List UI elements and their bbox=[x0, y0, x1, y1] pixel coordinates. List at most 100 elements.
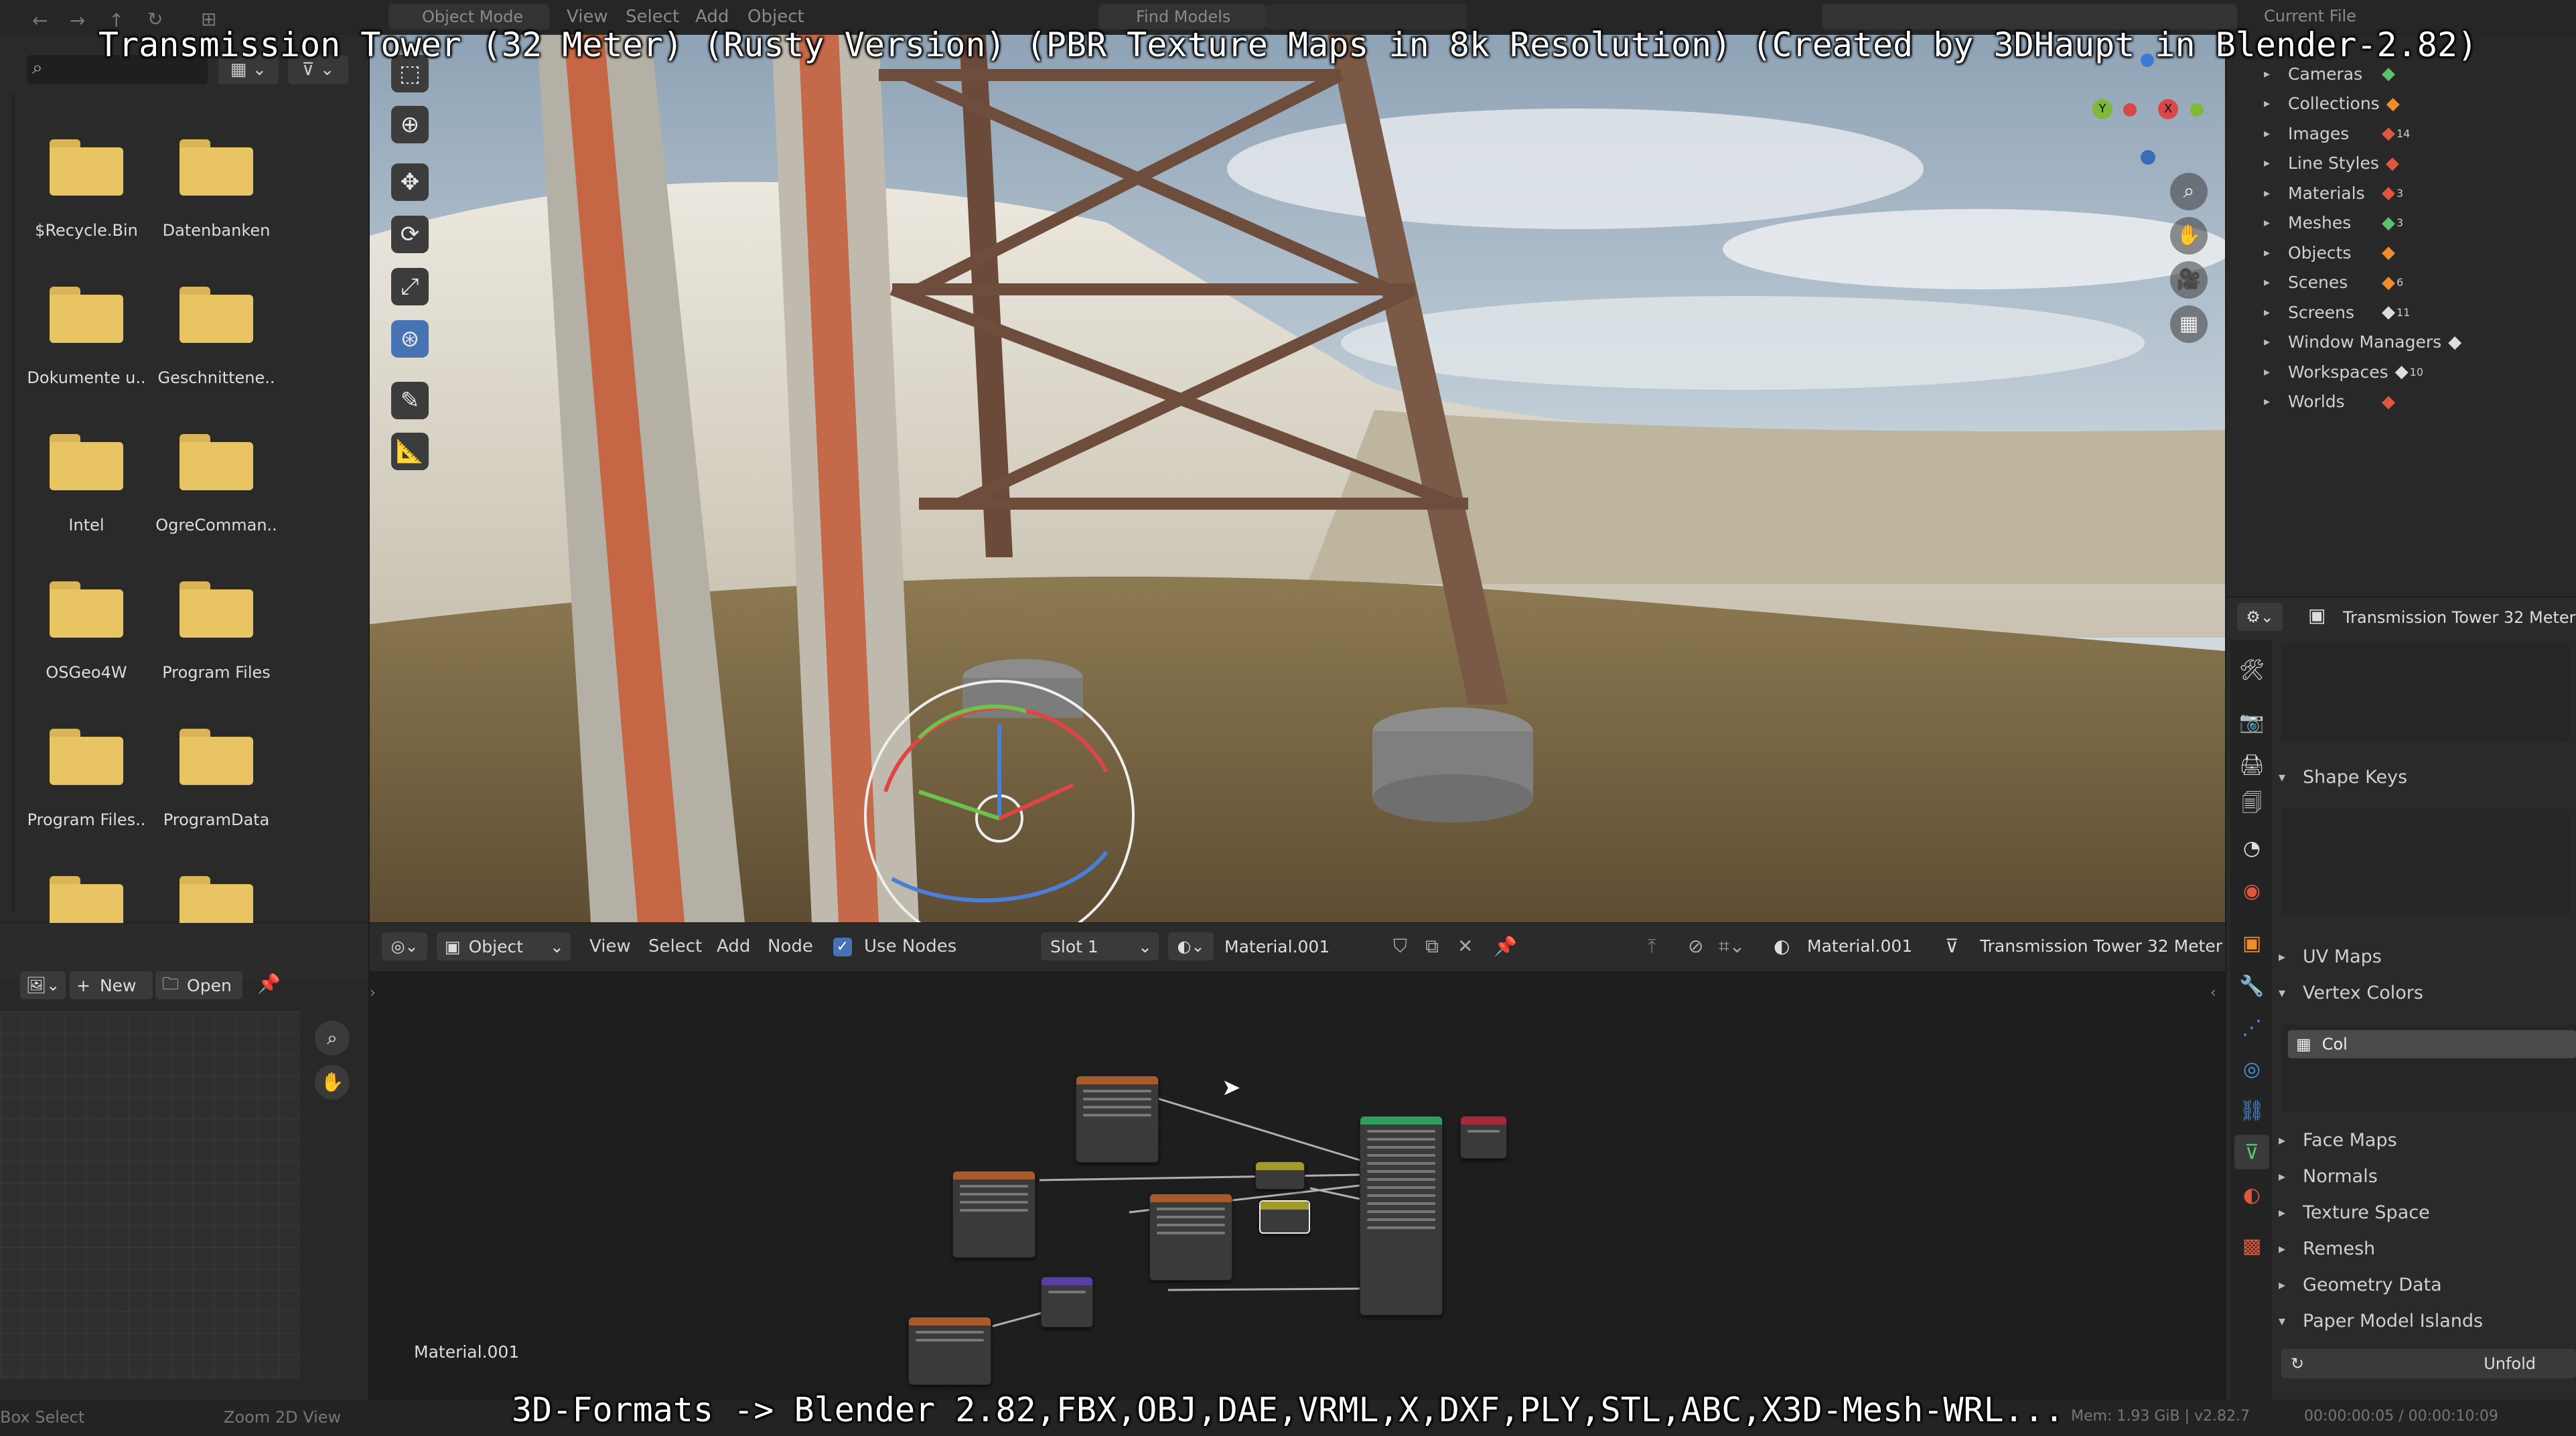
expand-arrow-icon[interactable]: ▸ bbox=[2264, 246, 2288, 260]
editor-type-icon[interactable]: ⚙⌄ bbox=[2237, 603, 2283, 631]
pin-icon[interactable]: 📌 bbox=[1494, 935, 1517, 957]
folder-icon[interactable] bbox=[180, 287, 253, 343]
particles-tab-icon[interactable]: ⋰ bbox=[2234, 1010, 2269, 1045]
zoom-icon[interactable]: ⌕ bbox=[2170, 173, 2208, 210]
camera-view-icon[interactable]: 🎥 bbox=[2170, 261, 2208, 299]
rotate-icon[interactable]: ⟳ bbox=[391, 216, 429, 253]
move-icon[interactable]: ✥ bbox=[391, 163, 429, 201]
parent-node-icon[interactable]: ⤒ bbox=[1648, 935, 1656, 958]
expand-arrow-icon[interactable]: ▸ bbox=[2264, 216, 2288, 230]
use-nodes-checkbox[interactable]: ✓ bbox=[833, 938, 852, 956]
scene-tab-icon[interactable]: ◔ bbox=[2234, 831, 2269, 865]
world-tab-icon[interactable]: ◉ bbox=[2234, 873, 2269, 908]
image-texture-node[interactable] bbox=[1076, 1076, 1159, 1163]
folder-icon[interactable] bbox=[50, 287, 123, 343]
axis-y-icon[interactable]: Y bbox=[2092, 99, 2113, 119]
scale-icon[interactable]: ⤢ bbox=[391, 268, 429, 305]
menu-view[interactable]: View bbox=[567, 7, 608, 27]
image-texture-node[interactable] bbox=[908, 1317, 991, 1385]
transform-icon[interactable]: ⊛ bbox=[391, 320, 429, 358]
editor-type-icon[interactable]: ◎⌄ bbox=[382, 932, 427, 960]
axis-neg-y-icon[interactable] bbox=[2190, 103, 2204, 117]
pin-icon[interactable]: 📌 bbox=[257, 973, 281, 995]
image-texture-node[interactable] bbox=[1149, 1194, 1232, 1281]
expand-arrow-icon[interactable]: ▸ bbox=[2264, 394, 2288, 409]
snap-target-icon[interactable]: ⌗⌄ bbox=[1719, 935, 1745, 958]
object-tab-icon[interactable]: ▣ bbox=[2234, 926, 2269, 960]
mix-node[interactable] bbox=[1259, 1200, 1310, 1234]
mix-node[interactable] bbox=[1255, 1161, 1305, 1190]
material-output-node[interactable] bbox=[1460, 1116, 1507, 1159]
folder-icon[interactable] bbox=[180, 581, 253, 638]
view-layer-tab-icon[interactable]: 🗐 bbox=[2234, 788, 2269, 822]
expand-arrow-icon[interactable]: ▸ bbox=[2264, 305, 2288, 319]
annotate-icon[interactable]: ✎ bbox=[391, 382, 429, 419]
panel-section-header[interactable]: ▸ Geometry Data bbox=[2279, 1269, 2442, 1301]
outliner-item[interactable]: ▸ Window Managers ◆ bbox=[2264, 328, 2461, 357]
modifier-tab-icon[interactable]: 🔧 bbox=[2234, 968, 2269, 1003]
outliner-item[interactable]: ▸ Materials ◆ 3 bbox=[2264, 178, 2403, 208]
panel-section-header[interactable]: ▾ Shape Keys bbox=[2279, 761, 2407, 793]
measure-icon[interactable]: 📐 bbox=[391, 433, 429, 470]
normal-map-node[interactable] bbox=[1041, 1277, 1093, 1327]
axis-x-icon[interactable]: X bbox=[2158, 99, 2178, 119]
expand-arrow-icon[interactable]: ▸ bbox=[2264, 156, 2288, 170]
zoom-icon[interactable]: ⌕ bbox=[315, 1021, 350, 1056]
open-image-button[interactable]: 🗀 Open bbox=[155, 971, 242, 999]
slot-select[interactable]: Slot 1 ⌄ bbox=[1041, 932, 1159, 960]
menu-object[interactable]: Object bbox=[747, 7, 804, 27]
editor-type-icon[interactable]: 🖼⌄ bbox=[20, 971, 66, 999]
node-menu-add[interactable]: Add bbox=[717, 936, 750, 956]
material-right-label[interactable]: Material.001 bbox=[1807, 936, 1912, 956]
axis-neg-x-icon[interactable] bbox=[2123, 103, 2137, 117]
expand-arrow-icon[interactable]: ▸ bbox=[2264, 186, 2288, 200]
image-texture-node[interactable] bbox=[952, 1171, 1035, 1258]
outliner-item[interactable]: ▸ Screens ◆ 11 bbox=[2264, 297, 2410, 327]
folder-icon[interactable] bbox=[180, 139, 253, 196]
node-menu-view[interactable]: View bbox=[589, 936, 631, 956]
folder-icon[interactable] bbox=[50, 581, 123, 638]
unfold-button[interactable]: ↻ Unfold bbox=[2281, 1349, 2576, 1378]
node-menu-node[interactable]: Node bbox=[768, 936, 813, 956]
outliner-item[interactable]: ▸ Collections ◆ bbox=[2264, 89, 2400, 119]
expand-arrow-icon[interactable]: ▸ bbox=[2264, 96, 2288, 111]
material-name-field[interactable]: Material.001 bbox=[1215, 932, 1389, 960]
viewport-3d[interactable] bbox=[370, 35, 2225, 922]
outliner-item[interactable]: ▸ Worlds ◆ bbox=[2264, 387, 2395, 417]
folder-icon[interactable] bbox=[180, 434, 253, 490]
pan-hand-icon[interactable]: ✋ bbox=[315, 1065, 350, 1100]
texture-tab-icon[interactable]: ▩ bbox=[2234, 1228, 2269, 1263]
tool-tab-icon[interactable]: 🛠 bbox=[2234, 652, 2269, 687]
expand-arrow-icon[interactable]: ▸ bbox=[2264, 335, 2288, 349]
pan-hand-icon[interactable]: ✋ bbox=[2170, 217, 2208, 255]
material-tab-icon[interactable]: ◐ bbox=[2234, 1177, 2269, 1212]
shader-type-select[interactable]: ▣ Object ⌄ bbox=[437, 932, 571, 960]
snap-icon[interactable]: ⊘ bbox=[1688, 935, 1703, 957]
shape-key-list-empty[interactable] bbox=[2281, 809, 2569, 916]
unlink-icon[interactable]: ✕ bbox=[1457, 935, 1473, 957]
expand-arrow-icon[interactable]: ▸ bbox=[2264, 127, 2288, 141]
outliner-item[interactable]: ▸ Objects ◆ bbox=[2264, 238, 2395, 267]
panel-section-header[interactable]: ▸ UV Maps bbox=[2279, 940, 2382, 973]
duplicate-icon[interactable]: ⧉ bbox=[1425, 935, 1439, 958]
mesh-data-tab-icon[interactable]: ⊽ bbox=[2234, 1135, 2269, 1169]
panel-section-header[interactable]: ▸ Remesh bbox=[2279, 1232, 2375, 1265]
menu-add[interactable]: Add bbox=[695, 7, 729, 27]
material-browse-button[interactable]: ◐⌄ bbox=[1168, 932, 1214, 960]
panel-section-header[interactable]: ▸ Normals bbox=[2279, 1160, 2378, 1192]
outliner-display-mode[interactable]: Current File bbox=[2264, 7, 2356, 25]
expand-arrow-icon[interactable]: ▸ bbox=[2264, 67, 2288, 81]
expand-arrow-icon[interactable]: ▸ bbox=[2264, 275, 2288, 289]
node-menu-select[interactable]: Select bbox=[648, 936, 702, 956]
panel-section-header[interactable]: ▾ Vertex Colors bbox=[2279, 977, 2423, 1009]
fake-user-icon[interactable]: ⛉ bbox=[1393, 935, 1407, 958]
outliner-item[interactable]: ▸ Meshes ◆ 3 bbox=[2264, 208, 2403, 238]
folder-icon[interactable] bbox=[180, 729, 253, 785]
panel-section-header[interactable]: ▾ Paper Model Islands bbox=[2279, 1305, 2483, 1337]
outliner-item[interactable]: ▸ Line Styles ◆ bbox=[2264, 149, 2399, 178]
physics-tab-icon[interactable]: ◎ bbox=[2234, 1052, 2269, 1086]
image-canvas[interactable] bbox=[0, 1011, 300, 1380]
menu-select[interactable]: Select bbox=[626, 7, 679, 27]
render-tab-icon[interactable]: 📷 bbox=[2234, 705, 2269, 739]
vertex-color-item[interactable]: ▦ Col bbox=[2288, 1030, 2576, 1058]
